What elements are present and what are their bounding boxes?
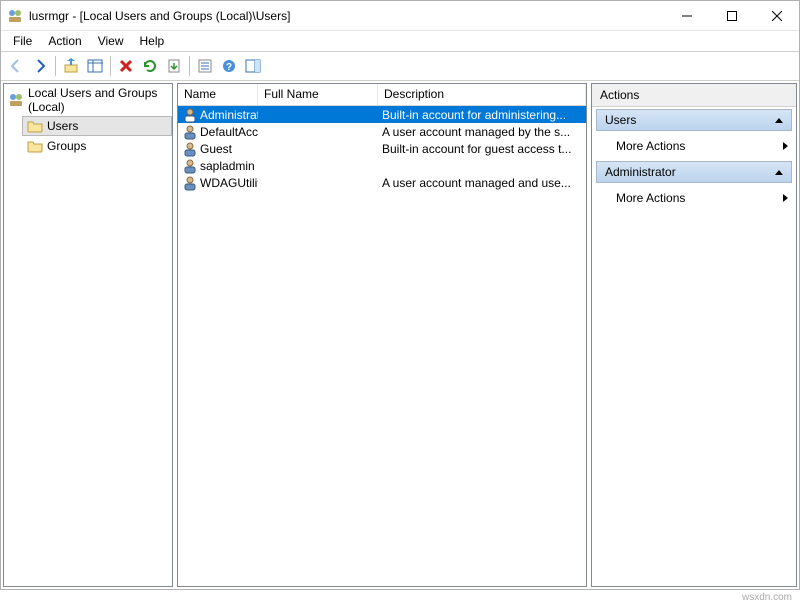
actions-link-label: More Actions xyxy=(616,191,685,205)
user-name: sapladmin xyxy=(200,159,255,173)
table-row[interactable]: DefaultAcco... A user account managed by … xyxy=(178,123,586,140)
table-row[interactable]: Guest Built-in account for guest access t… xyxy=(178,140,586,157)
cell-description: A user account managed and use... xyxy=(378,176,586,190)
folder-icon xyxy=(27,118,43,134)
maximize-button[interactable] xyxy=(709,1,754,30)
refresh-button[interactable] xyxy=(139,55,161,77)
show-hide-tree-button[interactable] xyxy=(84,55,106,77)
column-header-description[interactable]: Description xyxy=(378,84,586,105)
cell-name: Administrator xyxy=(178,107,258,123)
menu-bar: File Action View Help xyxy=(1,31,799,51)
menu-view[interactable]: View xyxy=(90,32,132,50)
tree-root-label: Local Users and Groups (Local) xyxy=(28,86,168,114)
actions-pane: Actions Users More Actions Administrator… xyxy=(591,83,797,587)
main-area: Local Users and Groups (Local) Users Gro… xyxy=(1,81,799,589)
tree-item-label: Groups xyxy=(47,139,86,153)
user-name: Administrator xyxy=(200,108,258,122)
forward-button[interactable] xyxy=(29,55,51,77)
user-name: DefaultAcco... xyxy=(200,125,258,139)
up-button[interactable] xyxy=(60,55,82,77)
properties-button[interactable] xyxy=(194,55,216,77)
tree-children: Users Groups xyxy=(4,116,172,156)
list-body: Administrator Built-in account for admini… xyxy=(178,106,586,586)
close-button[interactable] xyxy=(754,1,799,30)
collapse-icon xyxy=(775,118,783,123)
table-row[interactable]: Administrator Built-in account for admini… xyxy=(178,106,586,123)
actions-section-users[interactable]: Users xyxy=(596,109,792,131)
cell-description: Built-in account for administering... xyxy=(378,108,586,122)
user-icon xyxy=(182,158,198,174)
actions-link-more-administrator[interactable]: More Actions xyxy=(592,185,796,211)
delete-button[interactable] xyxy=(115,55,137,77)
app-window: lusrmgr - [Local Users and Groups (Local… xyxy=(0,0,800,590)
cell-description: Built-in account for guest access t... xyxy=(378,142,586,156)
list-header: Name Full Name Description xyxy=(178,84,586,106)
svg-text:?: ? xyxy=(226,62,232,73)
menu-file[interactable]: File xyxy=(5,32,40,50)
chevron-right-icon xyxy=(783,194,788,202)
cell-description: A user account managed by the s... xyxy=(378,125,586,139)
show-hide-action-pane-button[interactable] xyxy=(242,55,264,77)
user-icon xyxy=(182,141,198,157)
actions-section-title: Users xyxy=(605,113,636,127)
cell-name: DefaultAcco... xyxy=(178,124,258,140)
actions-section-title: Administrator xyxy=(605,165,676,179)
list-pane: Name Full Name Description Administrator… xyxy=(177,83,587,587)
toolbar-divider xyxy=(110,56,111,76)
table-row[interactable]: sapladmin xyxy=(178,157,586,174)
chevron-right-icon xyxy=(783,142,788,150)
folder-icon xyxy=(27,138,43,154)
column-header-name[interactable]: Name xyxy=(178,84,258,105)
toolbar-divider xyxy=(189,56,190,76)
user-name: WDAGUtility... xyxy=(200,176,258,190)
user-name: Guest xyxy=(200,142,232,156)
help-button[interactable]: ? xyxy=(218,55,240,77)
tree-root[interactable]: Local Users and Groups (Local) xyxy=(4,84,172,116)
cell-name: sapladmin xyxy=(178,158,258,174)
column-header-fullname[interactable]: Full Name xyxy=(258,84,378,105)
collapse-icon xyxy=(775,170,783,175)
actions-link-more-users[interactable]: More Actions xyxy=(592,133,796,159)
app-icon xyxy=(7,8,23,24)
actions-header: Actions xyxy=(592,84,796,107)
export-list-button[interactable] xyxy=(163,55,185,77)
user-icon xyxy=(182,107,198,123)
cell-name: Guest xyxy=(178,141,258,157)
user-icon xyxy=(182,124,198,140)
tree-item-users[interactable]: Users xyxy=(22,116,172,136)
actions-section-administrator[interactable]: Administrator xyxy=(596,161,792,183)
title-bar: lusrmgr - [Local Users and Groups (Local… xyxy=(1,1,799,31)
table-row[interactable]: WDAGUtility... A user account managed and… xyxy=(178,174,586,191)
toolbar-divider xyxy=(55,56,56,76)
window-title: lusrmgr - [Local Users and Groups (Local… xyxy=(29,9,290,23)
toolbar: ? xyxy=(1,52,799,80)
watermark: wsxdn.com xyxy=(742,592,792,603)
back-button[interactable] xyxy=(5,55,27,77)
tree-item-groups[interactable]: Groups xyxy=(22,136,172,156)
menu-action[interactable]: Action xyxy=(40,32,89,50)
console-root-icon xyxy=(8,92,24,108)
actions-link-label: More Actions xyxy=(616,139,685,153)
tree-item-label: Users xyxy=(47,119,78,133)
cell-name: WDAGUtility... xyxy=(178,175,258,191)
minimize-button[interactable] xyxy=(664,1,709,30)
menu-help[interactable]: Help xyxy=(132,32,173,50)
tree-pane: Local Users and Groups (Local) Users Gro… xyxy=(3,83,173,587)
user-icon xyxy=(182,175,198,191)
